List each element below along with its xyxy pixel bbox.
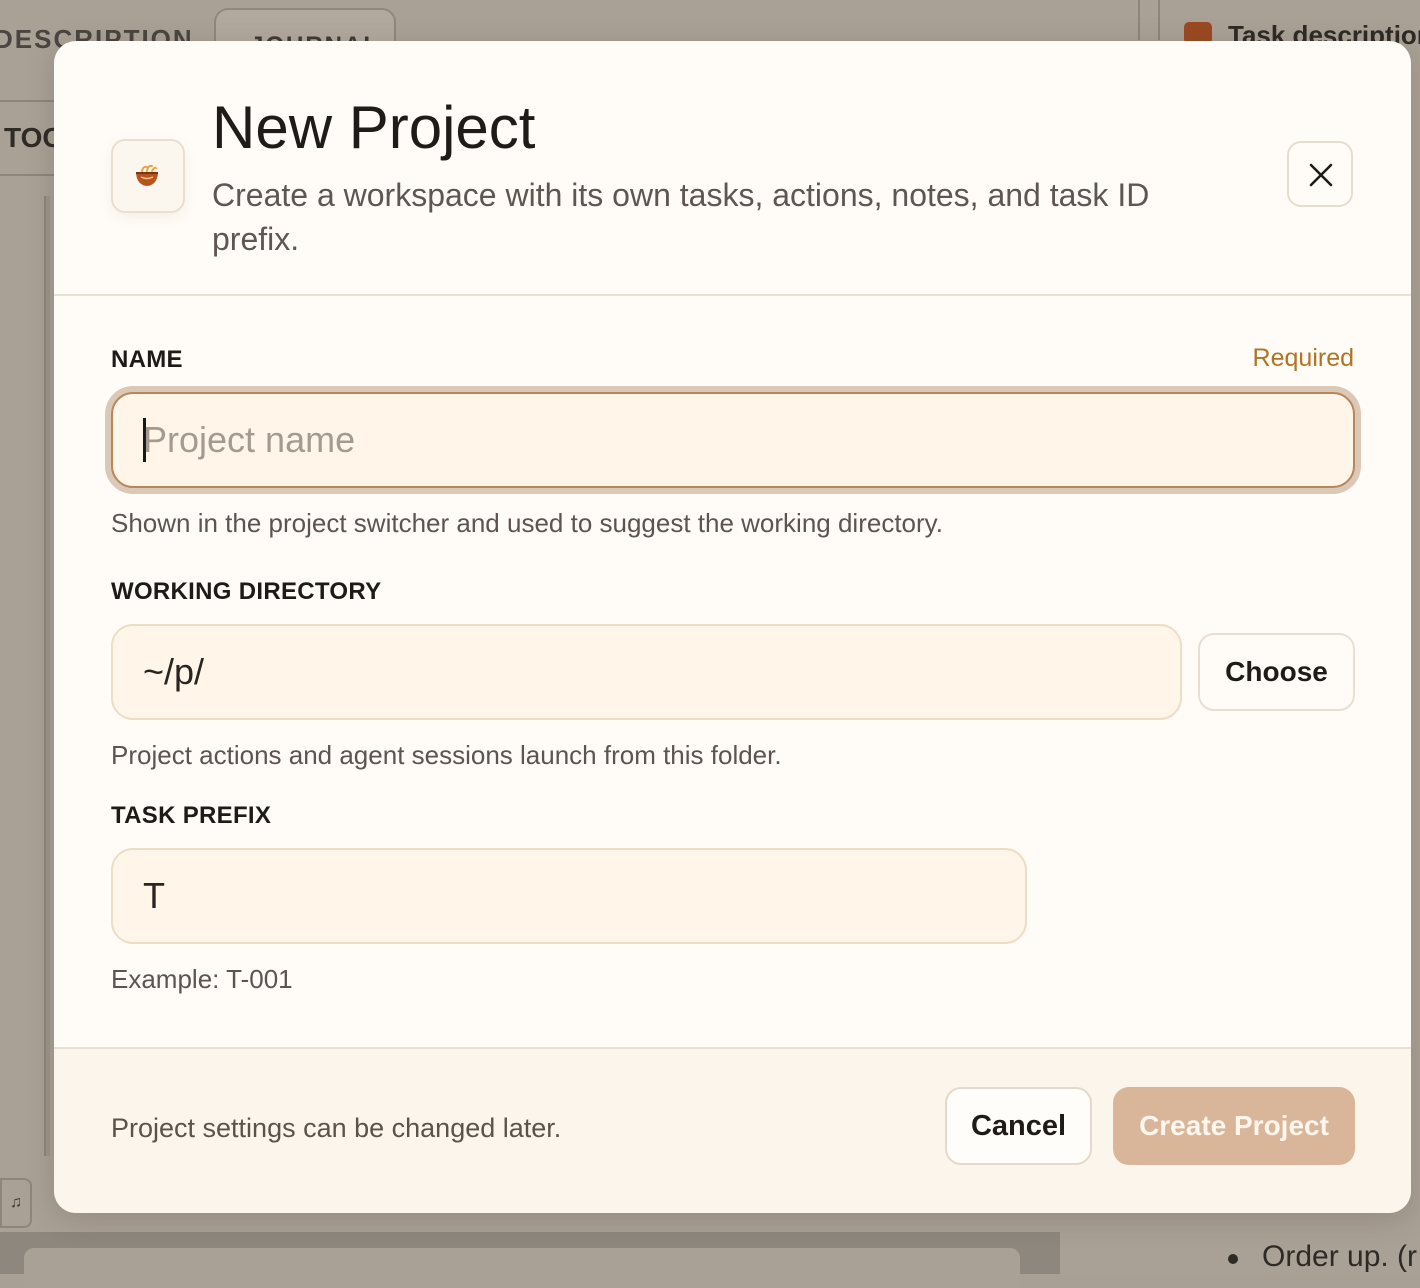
close-button[interactable] [1287,141,1353,207]
new-project-dialog: New Project Create a workspace with its … [54,41,1411,1213]
close-icon [1309,163,1333,187]
divider [0,174,56,176]
dialog-title: New Project [212,94,536,161]
bowl-icon [111,139,185,213]
choose-directory-button[interactable]: Choose [1198,633,1355,711]
cancel-button[interactable]: Cancel [945,1087,1092,1165]
create-project-button[interactable]: Create Project [1113,1087,1355,1165]
working-directory-value: ~/p/ [143,651,205,692]
working-directory-help-text: Project actions and agent sessions launc… [111,740,782,770]
dialog-header: New Project Create a workspace with its … [54,41,1411,296]
bottom-card [24,1248,1020,1288]
divider [0,100,56,102]
working-directory-input[interactable]: ~/p/ [111,624,1182,720]
name-label: NAME [111,346,183,373]
footer-note: Project settings can be changed later. [111,1113,562,1143]
working-directory-label: WORKING DIRECTORY [111,578,382,605]
required-badge: Required [1252,344,1354,372]
project-name-placeholder: Project name [143,419,356,460]
pane-divider [1158,0,1160,40]
task-prefix-example: Example: T-001 [111,964,293,994]
name-help-text: Shown in the project switcher and used t… [111,508,943,538]
task-prefix-label: TASK PREFIX [111,802,272,829]
task-prefix-input[interactable]: T [111,848,1027,944]
project-name-input[interactable]: Project name [111,392,1355,488]
task-prefix-value: T [143,875,165,916]
dialog-subtitle: Create a workspace with its own tasks, a… [212,177,1150,257]
panel-border [44,196,50,1156]
bell-icon[interactable]: ♫ [0,1178,32,1228]
pane-divider [1138,0,1140,40]
bullet [1228,1254,1238,1264]
order-text: Order up. (r [1262,1240,1418,1273]
dialog-footer: Project settings can be changed later. C… [54,1047,1411,1213]
